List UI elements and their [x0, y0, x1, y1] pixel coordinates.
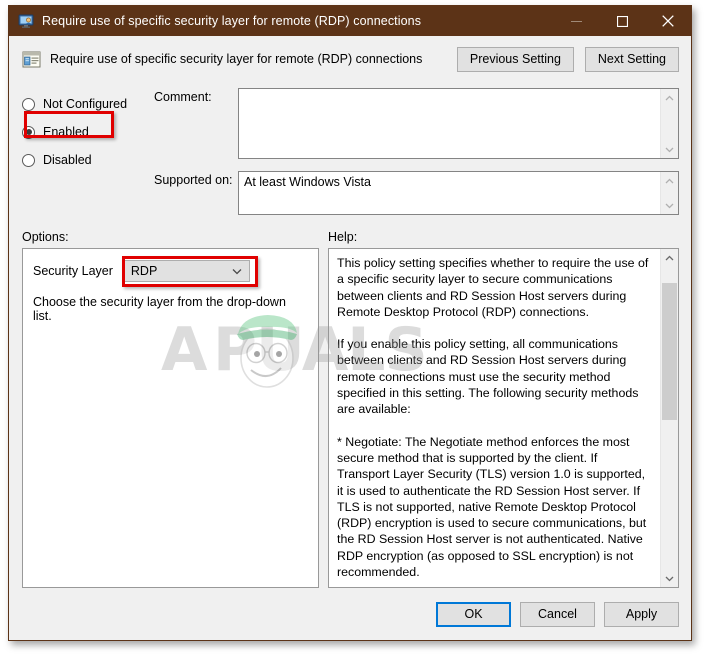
security-layer-row: Security Layer RDP: [33, 256, 308, 287]
ok-button[interactable]: OK: [436, 601, 511, 627]
radio-disabled-label: Disabled: [43, 153, 92, 167]
options-label: Options:: [22, 230, 69, 244]
setting-header: Require use of specific security layer f…: [9, 36, 691, 82]
security-layer-value: RDP: [130, 264, 158, 278]
group-policy-setting-dialog: Require use of specific security layer f…: [8, 5, 692, 641]
radio-not-configured-label: Not Configured: [43, 97, 128, 111]
setting-state-section: Not Configured Enabled Disabled Comment:: [9, 82, 691, 222]
setting-title: Require use of specific security layer f…: [50, 52, 423, 66]
comment-textbox[interactable]: [238, 88, 679, 159]
radio-not-configured[interactable]: Not Configured: [22, 90, 154, 118]
help-panel: This policy setting specifies whether to…: [328, 248, 679, 588]
comment-row: Comment:: [154, 88, 679, 159]
next-setting-button[interactable]: Next Setting: [584, 46, 679, 72]
radio-enabled-label: Enabled: [43, 125, 89, 139]
panel-labels: Options: Help:: [9, 222, 691, 244]
radio-not-configured-mark: [22, 97, 35, 111]
minimize-icon[interactable]: [553, 6, 599, 36]
help-text: This policy setting specifies whether to…: [329, 249, 660, 587]
scroll-up-icon[interactable]: [661, 249, 678, 266]
help-paragraph: If you enable this policy setting, all c…: [337, 337, 639, 417]
comment-and-support-fields: Comment: Supported on: At least Windows …: [154, 82, 679, 222]
help-paragraph: * Negotiate: The Negotiate method enforc…: [337, 434, 647, 580]
security-layer-label: Security Layer: [33, 264, 113, 278]
maximize-icon[interactable]: [599, 6, 645, 36]
radio-enabled[interactable]: Enabled: [22, 118, 154, 146]
security-layer-description: Choose the security layer from the drop-…: [33, 295, 286, 323]
dialog-footer: OK Cancel Apply: [9, 588, 691, 640]
remote-desktop-icon: [18, 13, 34, 29]
close-icon[interactable]: [645, 6, 691, 36]
comment-label: Comment:: [154, 90, 212, 104]
scroll-down-icon[interactable]: [661, 570, 678, 587]
security-layer-dropdown[interactable]: RDP: [122, 260, 250, 282]
help-scrollbar[interactable]: [660, 249, 678, 587]
state-radio-group: Not Configured Enabled Disabled: [22, 82, 154, 222]
apply-button[interactable]: Apply: [604, 601, 679, 627]
previous-setting-button[interactable]: Previous Setting: [456, 46, 574, 72]
supported-on-textbox[interactable]: At least Windows Vista: [238, 171, 679, 215]
help-paragraph: This policy setting specifies whether to…: [337, 256, 649, 319]
cancel-button[interactable]: Cancel: [520, 601, 595, 627]
supported-on-scrollbar[interactable]: [660, 172, 678, 214]
setting-nav-buttons: Previous Setting Next Setting: [456, 46, 679, 72]
group-policy-setting-icon: [22, 50, 41, 69]
supported-on-value: At least Windows Vista: [244, 175, 371, 189]
supported-on-row: Supported on: At least Windows Vista: [154, 171, 679, 215]
window-controls: [553, 6, 691, 36]
scroll-up-icon[interactable]: [661, 172, 678, 189]
radio-enabled-mark: [22, 125, 35, 139]
scroll-down-icon[interactable]: [661, 197, 678, 214]
title-bar: Require use of specific security layer f…: [9, 6, 691, 36]
help-scrollbar-thumb[interactable]: [662, 283, 677, 420]
radio-disabled-mark: [22, 153, 35, 167]
radio-disabled[interactable]: Disabled: [22, 146, 154, 174]
scroll-down-icon[interactable]: [661, 141, 678, 158]
options-panel: Security Layer RDP Choose the security l…: [22, 248, 319, 588]
window-title: Require use of specific security layer f…: [42, 14, 422, 28]
comment-value[interactable]: [239, 89, 660, 158]
panels-container: Security Layer RDP Choose the security l…: [9, 244, 691, 588]
help-label: Help:: [328, 230, 358, 244]
supported-on-label: Supported on:: [154, 173, 233, 187]
comment-scrollbar[interactable]: [660, 89, 678, 158]
chevron-down-icon: [232, 261, 242, 281]
scroll-up-icon[interactable]: [661, 89, 678, 106]
